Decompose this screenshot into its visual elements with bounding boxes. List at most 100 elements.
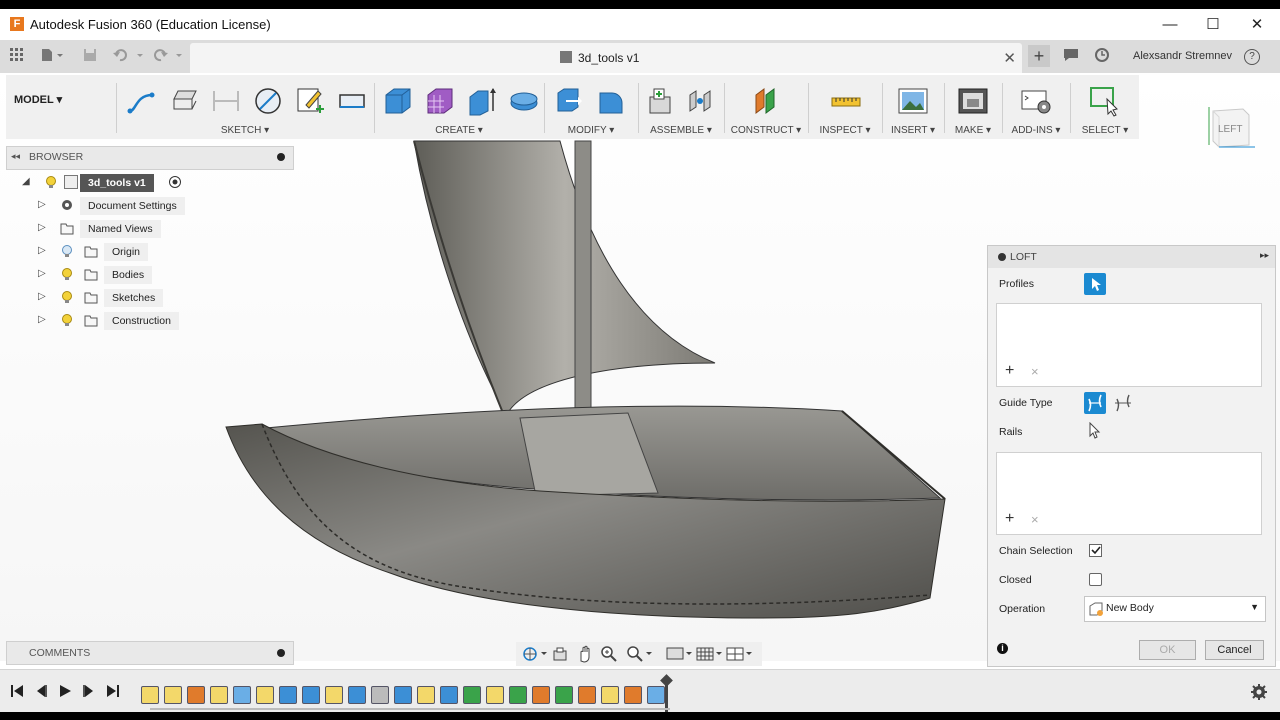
create-sketch-icon[interactable] [126, 85, 158, 117]
timeline-feature-sketch[interactable] [210, 686, 228, 704]
press-pull-icon[interactable] [552, 85, 584, 117]
timeline-feature-shell[interactable] [302, 686, 320, 704]
timeline-feature-plane[interactable] [555, 686, 573, 704]
look-at-icon[interactable] [552, 646, 568, 665]
expand-triangle-icon[interactable]: ◢ [22, 176, 30, 187]
activate-radio-icon[interactable] [168, 175, 182, 189]
expand-triangle-icon[interactable]: ▷ [38, 222, 46, 233]
timeline-feature-revolve[interactable] [279, 686, 297, 704]
grid-settings-icon[interactable] [696, 645, 724, 666]
tab-document[interactable]: 3d_tools v1 ✕ [190, 43, 1022, 73]
remove-profile-button[interactable]: × [1031, 364, 1039, 379]
expand-triangle-icon[interactable]: ▷ [38, 245, 46, 256]
form-icon[interactable] [424, 85, 456, 117]
go-to-end-icon[interactable] [106, 684, 120, 701]
add-rail-button[interactable]: + [1005, 510, 1014, 528]
timeline-feature-sketch[interactable] [164, 686, 182, 704]
timeline-feature-loft[interactable] [624, 686, 642, 704]
timeline-marker-handle[interactable] [660, 674, 673, 687]
guide-type-rails-button[interactable] [1084, 392, 1106, 414]
notifications-icon[interactable] [1063, 48, 1079, 65]
collapse-browser-icon[interactable]: ◂◂ [11, 151, 20, 162]
save-icon[interactable] [83, 48, 97, 65]
step-back-icon[interactable] [34, 684, 48, 701]
close-tab-button[interactable]: ✕ [1003, 49, 1016, 67]
info-icon[interactable]: i [997, 643, 1008, 654]
fit-zoom-icon[interactable] [626, 645, 654, 666]
redo-icon[interactable] [154, 48, 186, 65]
extrude-icon[interactable] [466, 85, 498, 117]
circle-icon[interactable] [252, 85, 284, 117]
play-icon[interactable] [58, 684, 72, 701]
timeline-feature-sketch[interactable] [141, 686, 159, 704]
select-icon[interactable] [1089, 85, 1121, 117]
timeline-feature-plane[interactable] [509, 686, 527, 704]
collapse-dialog-icon[interactable] [998, 253, 1006, 261]
help-button[interactable]: ? [1244, 49, 1260, 65]
construct-menu[interactable]: CONSTRUCT ▾ [726, 125, 806, 136]
timeline-feature-sketch[interactable] [601, 686, 619, 704]
step-forward-icon[interactable] [82, 684, 96, 701]
browser-item-origin[interactable]: ▷ Origin [38, 242, 288, 262]
expand-triangle-icon[interactable]: ▷ [38, 314, 46, 325]
addins-menu[interactable]: ADD-INS ▾ [1004, 125, 1068, 136]
ok-button[interactable]: OK [1139, 640, 1196, 660]
remove-rail-button[interactable]: × [1031, 512, 1039, 527]
browser-item-bodies[interactable]: ▷ Bodies [38, 265, 288, 285]
viewcube[interactable]: LEFT [1207, 105, 1255, 155]
job-status-icon[interactable] [1095, 48, 1109, 65]
timeline-feature-sketch[interactable] [417, 686, 435, 704]
3d-print-icon[interactable] [957, 85, 989, 117]
add-profile-button[interactable]: + [1005, 362, 1014, 380]
make-menu[interactable]: MAKE ▾ [946, 125, 1000, 136]
viewports-icon[interactable] [726, 645, 754, 666]
new-component-icon[interactable] [644, 85, 676, 117]
browser-panel-header[interactable]: ◂◂ BROWSER [6, 146, 294, 170]
go-to-start-icon[interactable] [10, 684, 24, 701]
inspect-menu[interactable]: INSPECT ▾ [810, 125, 880, 136]
insert-menu[interactable]: INSERT ▾ [884, 125, 942, 136]
create-menu[interactable]: CREATE ▾ [376, 125, 542, 136]
loft-dialog-header[interactable]: LOFT ▸▸ [988, 246, 1275, 268]
maximize-button[interactable]: ☐ [1193, 13, 1233, 37]
timeline-feature-plane[interactable] [578, 686, 596, 704]
assemble-menu[interactable]: ASSEMBLE ▾ [640, 125, 722, 136]
undo-icon[interactable] [113, 48, 145, 65]
closed-checkbox[interactable] [1089, 573, 1102, 586]
chain-selection-checkbox[interactable] [1089, 544, 1102, 557]
scripts-addins-icon[interactable] [1020, 85, 1052, 117]
zoom-icon[interactable] [600, 645, 618, 666]
timeline-feature-loft[interactable] [647, 686, 665, 704]
new-tab-button[interactable]: + [1028, 45, 1050, 67]
rails-list[interactable]: + × [996, 452, 1262, 535]
timeline-feature-sketch[interactable] [325, 686, 343, 704]
browser-pin-icon[interactable] [277, 153, 285, 161]
browser-item-named-views[interactable]: ▷ Named Views [38, 219, 288, 239]
expand-dialog-icon[interactable]: ▸▸ [1260, 250, 1269, 261]
stop-sketch-icon[interactable] [168, 85, 200, 117]
select-menu[interactable]: SELECT ▾ [1072, 125, 1138, 136]
sketch-menu[interactable]: SKETCH ▾ [118, 125, 372, 136]
orbit-icon[interactable] [522, 646, 548, 665]
dimension-icon[interactable] [210, 85, 242, 117]
minimize-button[interactable]: — [1150, 13, 1190, 37]
guide-type-centerline-icon[interactable] [1112, 392, 1134, 414]
pan-icon[interactable] [576, 645, 594, 666]
lightbulb-icon[interactable] [60, 290, 74, 304]
cancel-button[interactable]: Cancel [1205, 640, 1264, 660]
file-menu-icon[interactable] [40, 48, 64, 65]
app-grid-icon[interactable] [10, 48, 24, 65]
lightbulb-icon[interactable] [60, 267, 74, 281]
lightbulb-icon[interactable] [60, 313, 74, 327]
user-account-name[interactable]: Alexsandr Stremnev [1133, 50, 1232, 62]
timeline-feature-extrude[interactable] [440, 686, 458, 704]
comments-pin-icon[interactable] [277, 649, 285, 657]
timeline-feature-combine[interactable] [394, 686, 412, 704]
measure-icon[interactable] [830, 85, 862, 117]
profiles-list[interactable]: + × [996, 303, 1262, 387]
timeline-feature-plane[interactable] [463, 686, 481, 704]
timeline-feature-joint[interactable] [532, 686, 550, 704]
timeline-feature-extrude[interactable] [348, 686, 366, 704]
close-window-button[interactable]: ✕ [1237, 13, 1277, 37]
joint-icon[interactable] [684, 85, 716, 117]
